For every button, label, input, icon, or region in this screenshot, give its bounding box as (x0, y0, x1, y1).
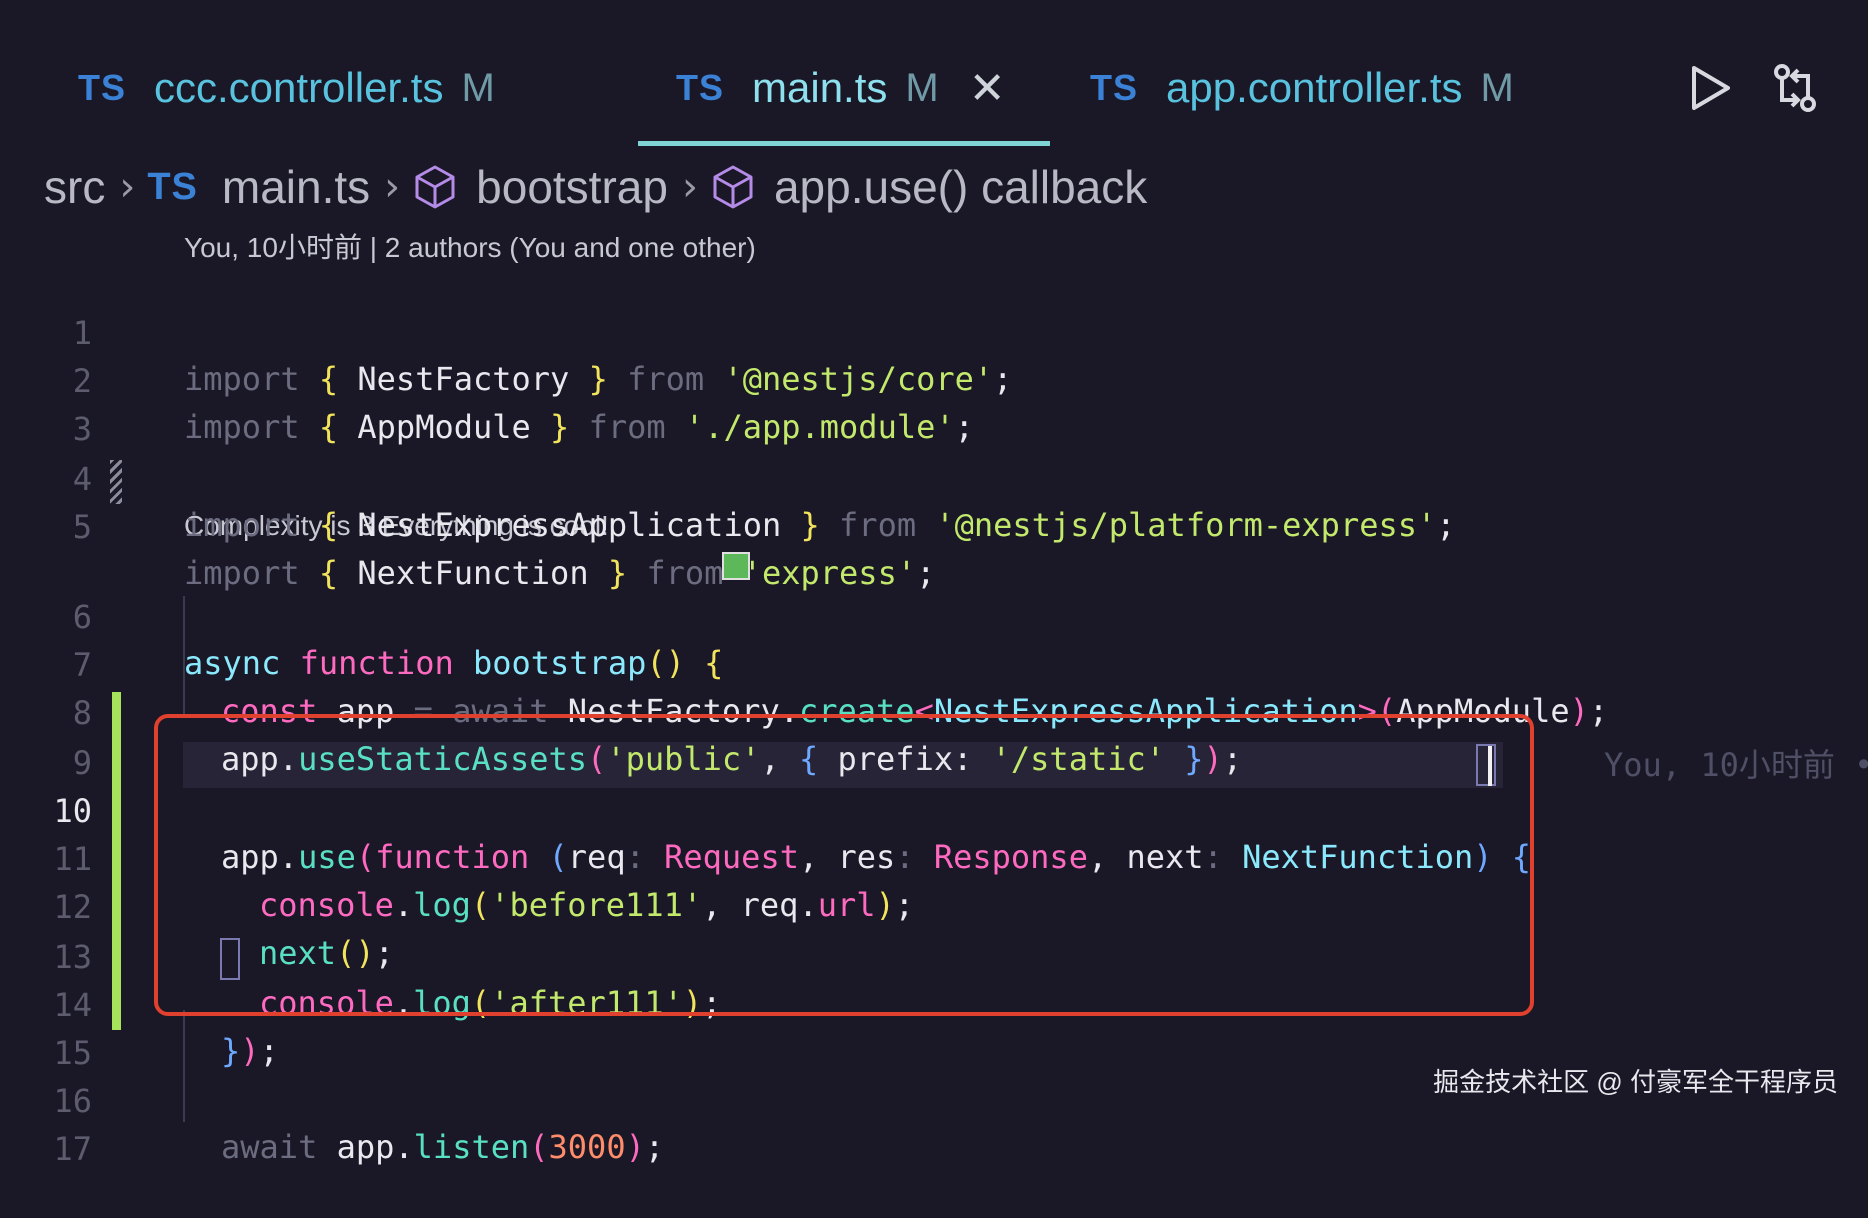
inline-git-blame: You, 10小时前 • (1604, 746, 1868, 784)
code-line: 8 app.useStaticAssets('public', { prefix… (0, 644, 1868, 778)
code-line: 5 import { NextFunction } from 'express'… (0, 458, 1868, 592)
active-tab-indicator (638, 141, 1050, 146)
tab-ccc-controller[interactable]: TS ccc.controller.ts M (78, 52, 495, 124)
chevron-right-icon: › (119, 164, 136, 210)
typescript-icon: TS (676, 67, 725, 108)
editor-tab-bar: TS ccc.controller.ts M TS main.ts M ✕ TS… (0, 0, 1868, 148)
breadcrumb: src › TS main.ts › bootstrap › app.use()… (44, 156, 1147, 218)
code-line: 2 import { AppModule } from './app.modul… (0, 312, 1868, 446)
line-content: await app.listen(3000); (221, 1128, 665, 1166)
typescript-icon: TS (1090, 67, 1139, 108)
code-line: 7 const app = await NestFactory.create<N… (0, 596, 1868, 730)
typescript-icon: TS (78, 67, 127, 108)
code-line: 3 (0, 360, 1868, 448)
tab-main[interactable]: TS main.ts M ✕ (676, 52, 1006, 124)
tab-label: app.controller.ts (1166, 64, 1463, 111)
color-decorator[interactable] (722, 552, 750, 580)
chevron-right-icon: › (384, 164, 401, 210)
git-blame-codelens[interactable]: You, 10小时前 | 2 authors (You and one othe… (184, 226, 756, 266)
tab-label: main.ts (752, 64, 888, 111)
line-number: 17 (53, 1130, 92, 1168)
git-compare-icon[interactable] (1770, 60, 1820, 116)
tab-label: ccc.controller.ts (154, 64, 444, 111)
breadcrumb-symbol-bootstrap[interactable]: bootstrap (476, 160, 668, 214)
method-cube-icon (415, 165, 455, 209)
play-icon[interactable] (1686, 60, 1736, 116)
modified-badge: M (1480, 65, 1514, 110)
chevron-right-icon: › (681, 164, 698, 210)
code-line: 6 async function bootstrap() { (0, 548, 1868, 682)
breadcrumb-folder[interactable]: src (44, 160, 105, 214)
close-icon[interactable]: ✕ (969, 63, 1006, 114)
breadcrumb-file[interactable]: main.ts (222, 160, 370, 214)
line-content: import { NestExpressApplication } from '… (184, 506, 1456, 544)
tab-app-controller[interactable]: TS app.controller.ts M (1090, 52, 1514, 124)
highlight-annotation-box (154, 714, 1534, 1016)
code-line: 4 import { NestExpressApplication } from… (0, 410, 1868, 544)
method-cube-icon (713, 165, 753, 209)
modified-badge: M (461, 65, 495, 110)
code-line: 1 import { NestFactory } from '@nestjs/c… (0, 264, 1868, 398)
typescript-icon: TS (147, 165, 198, 208)
watermark: 掘金技术社区 @ 付豪军全干程序员 (1433, 1067, 1838, 1097)
breadcrumb-symbol-callback[interactable]: app.use() callback (774, 160, 1147, 214)
modified-badge: M (905, 65, 939, 110)
line-number: 5 (72, 508, 92, 546)
